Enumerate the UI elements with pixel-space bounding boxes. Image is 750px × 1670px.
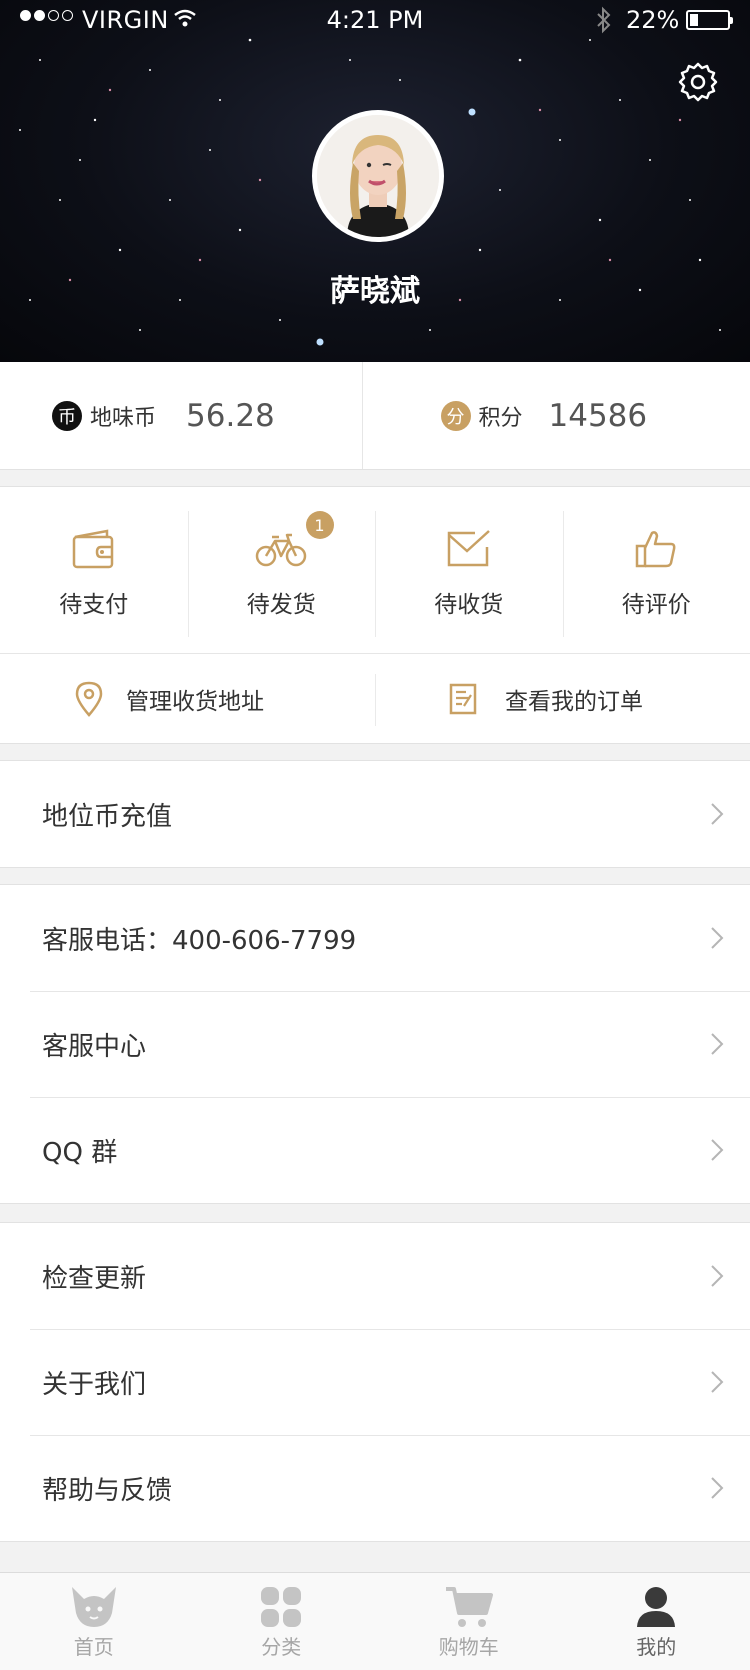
- chevron-right-icon: [711, 1139, 724, 1161]
- thumbs-up-icon: [636, 531, 676, 568]
- view-orders-link[interactable]: 查看我的订单: [375, 654, 750, 743]
- envelope-check-icon: [447, 530, 490, 567]
- bluetooth-icon: [597, 6, 611, 34]
- service-phone-label: 客服电话：400-606-7799: [42, 925, 357, 956]
- about-label: 关于我们: [42, 1369, 147, 1400]
- category-grid-icon: [261, 1587, 302, 1627]
- points-icon: 分: [440, 400, 471, 431]
- help-feedback-row[interactable]: 帮助与反馈: [0, 1435, 750, 1541]
- order-label: 待支付: [59, 592, 129, 618]
- tab-home[interactable]: 首页: [0, 1573, 188, 1670]
- tab-cart-label: 购物车: [438, 1635, 499, 1659]
- order-list-icon: [449, 683, 477, 714]
- order-pending-shipment[interactable]: 1 待发货: [187, 487, 376, 653]
- chevron-right-icon: [711, 1033, 724, 1055]
- manage-address-label: 管理收货地址: [126, 688, 264, 715]
- chevron-right-icon: [711, 1265, 724, 1287]
- service-center-row[interactable]: 客服中心: [0, 991, 750, 1097]
- points-balance[interactable]: 分 积分 14586: [361, 362, 750, 469]
- wallet-icon: [72, 529, 113, 569]
- battery-icon: [686, 10, 733, 30]
- chevron-right-icon: [711, 803, 724, 825]
- order-status-bar: 待支付 1 待发货 待收货 待评价: [0, 486, 750, 654]
- order-pending-receipt[interactable]: 待收货: [375, 487, 563, 653]
- balance-bar: 币 地味币 56.28 分 积分 14586: [0, 362, 750, 470]
- view-orders-label: 查看我的订单: [505, 688, 643, 715]
- home-mascot-icon: [71, 1587, 116, 1627]
- avatar[interactable]: [312, 110, 444, 242]
- order-pending-payment[interactable]: 待支付: [0, 487, 188, 653]
- service-phone-row[interactable]: 客服电话：400-606-7799: [0, 885, 750, 991]
- tab-home-label: 首页: [73, 1635, 114, 1659]
- recharge-group: 地位币充值: [0, 760, 750, 868]
- tab-category[interactable]: 分类: [188, 1573, 376, 1670]
- order-label: 待评价: [621, 592, 691, 618]
- tab-cart[interactable]: 购物车: [375, 1573, 563, 1670]
- app-group: 检查更新 关于我们 帮助与反馈: [0, 1222, 750, 1542]
- help-feedback-label: 帮助与反馈: [42, 1475, 173, 1506]
- username: 萨晓斌: [330, 274, 420, 309]
- recharge-row[interactable]: 地位币充值: [0, 761, 750, 867]
- chevron-right-icon: [711, 1477, 724, 1499]
- count-badge: 1: [305, 511, 334, 539]
- coin-value: 56.28: [186, 397, 275, 434]
- points-value: 14586: [548, 397, 648, 434]
- chevron-right-icon: [711, 1371, 724, 1393]
- bottom-tab-bar: 首页 分类 购物车 我的: [0, 1572, 750, 1670]
- service-center-label: 客服中心: [42, 1031, 147, 1062]
- gear-icon[interactable]: [676, 60, 720, 104]
- cart-icon: [445, 1587, 493, 1627]
- tab-mine[interactable]: 我的: [563, 1573, 750, 1670]
- about-row[interactable]: 关于我们: [0, 1329, 750, 1435]
- order-label: 待发货: [246, 592, 316, 618]
- order-label: 待收货: [434, 592, 504, 618]
- battery-percent: 22%: [626, 6, 680, 34]
- recharge-label: 地位币充值: [42, 801, 173, 832]
- qq-group-label: QQ 群: [42, 1137, 118, 1168]
- order-pending-review[interactable]: 待评价: [562, 487, 750, 653]
- location-pin-icon: [75, 681, 103, 717]
- bicycle-icon: [256, 533, 307, 567]
- status-bar: VIRGIN 4:21 PM 22%: [0, 0, 750, 40]
- tab-category-label: 分类: [261, 1635, 302, 1659]
- user-icon: [637, 1587, 676, 1627]
- coin-label: 地味币: [90, 405, 157, 431]
- coin-icon: 币: [52, 400, 82, 431]
- quick-links: 管理收货地址 查看我的订单: [0, 654, 750, 744]
- check-update-row[interactable]: 检查更新: [0, 1223, 750, 1329]
- check-update-label: 检查更新: [42, 1263, 147, 1294]
- service-group: 客服电话：400-606-7799 客服中心 QQ 群: [0, 884, 750, 1204]
- chevron-right-icon: [711, 927, 724, 949]
- tab-mine-label: 我的: [636, 1635, 677, 1659]
- profile-header: VIRGIN 4:21 PM 22% 萨晓斌: [0, 0, 750, 362]
- avatar-portrait: [317, 115, 439, 237]
- coin-balance[interactable]: 币 地味币 56.28: [0, 362, 362, 469]
- points-label: 积分: [478, 405, 523, 431]
- manage-address-link[interactable]: 管理收货地址: [0, 654, 375, 743]
- qq-group-row[interactable]: QQ 群: [0, 1097, 750, 1203]
